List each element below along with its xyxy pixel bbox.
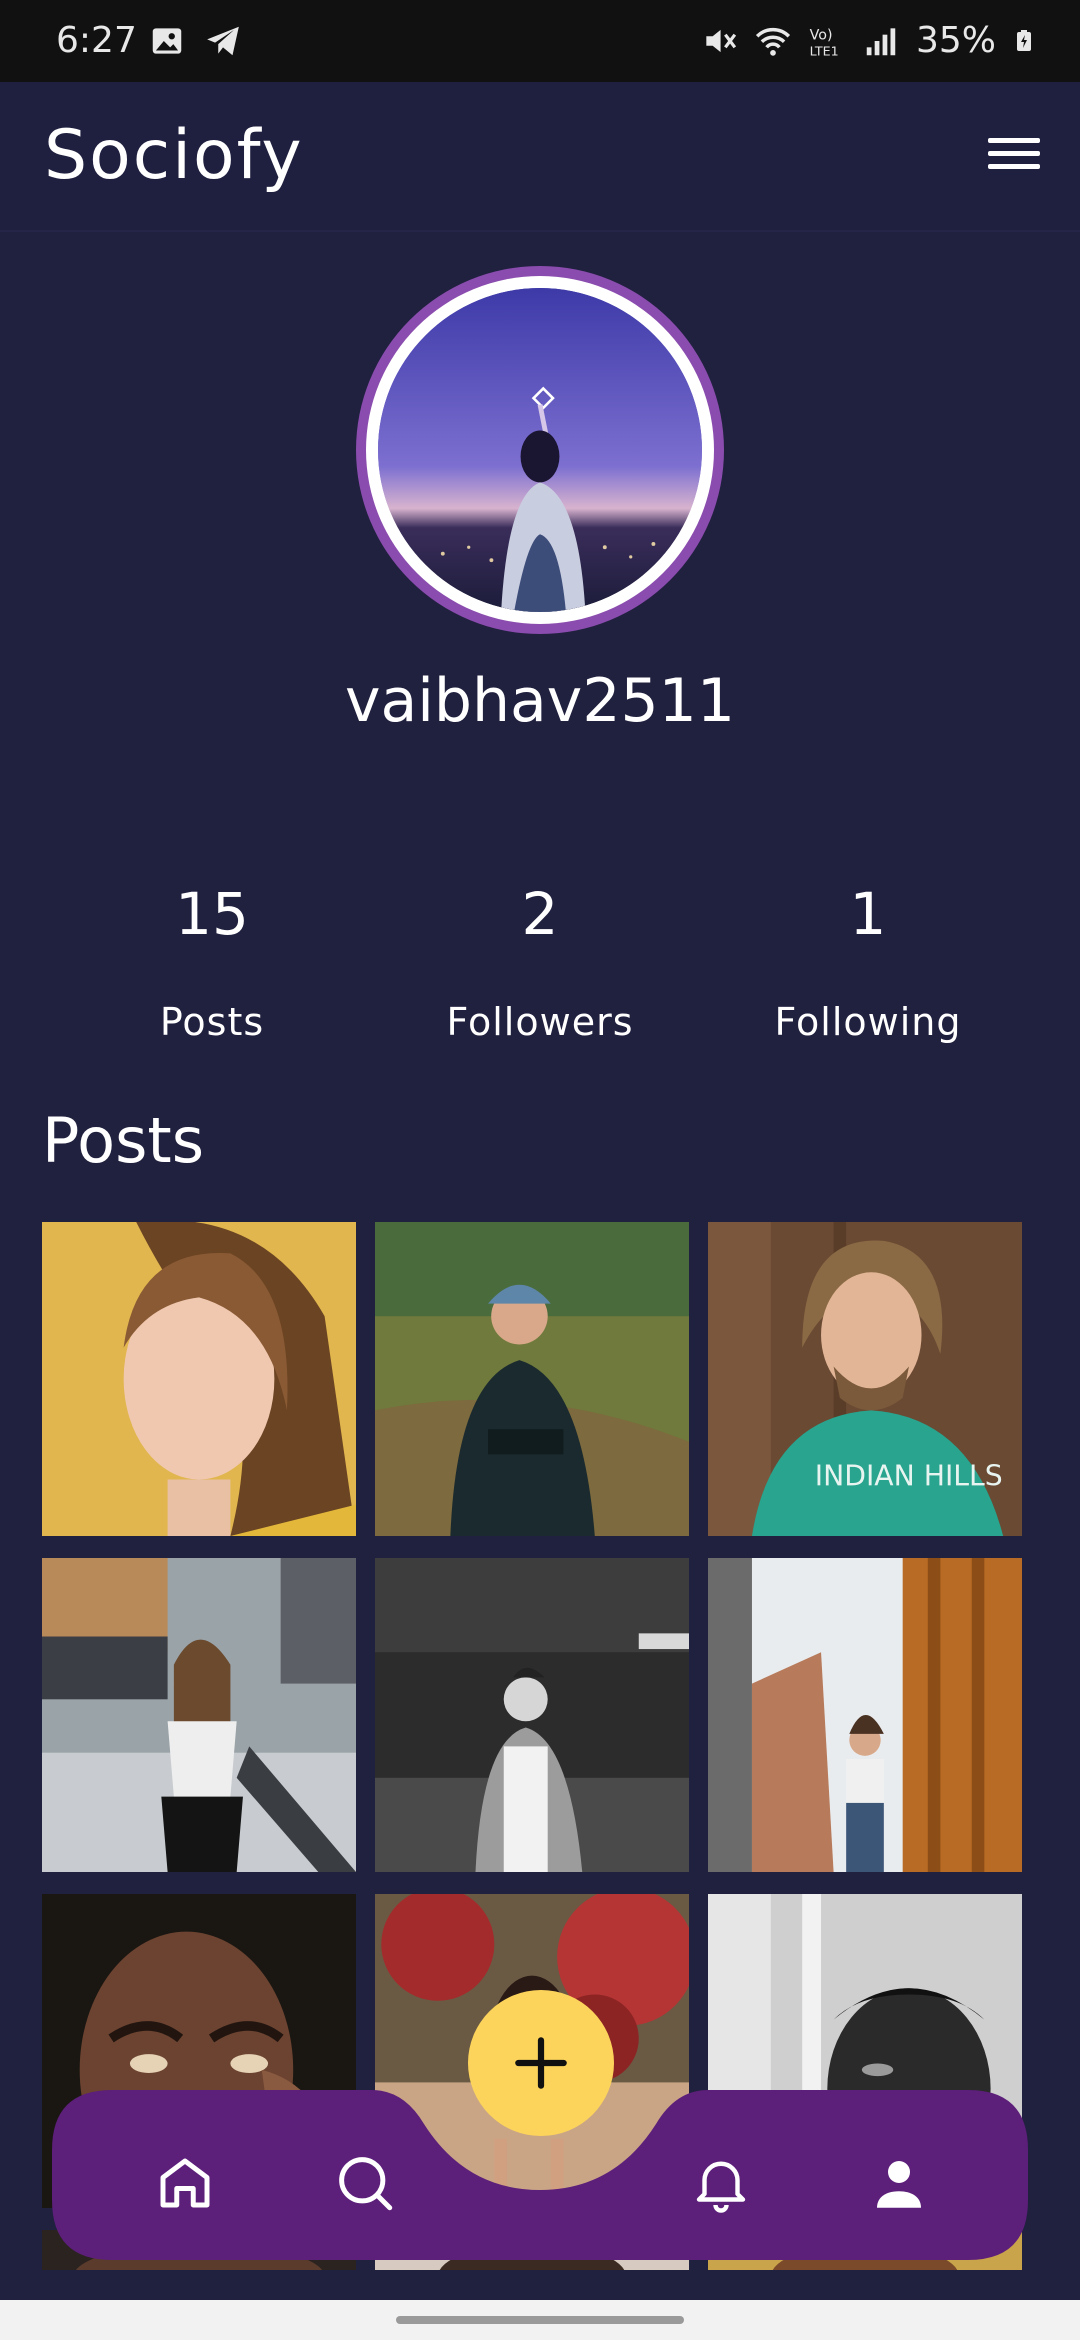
stat-value: 15 <box>175 880 249 948</box>
stat-label: Followers <box>446 1000 634 1044</box>
wifi-icon <box>755 27 791 56</box>
post-thumbnail[interactable]: INDIAN HILLS <box>708 1222 1022 1536</box>
battery-percentage: 35% <box>915 20 996 61</box>
battery-charging-icon <box>1017 29 1031 51</box>
hamburger-menu-icon[interactable] <box>984 130 1044 182</box>
status-time: 6:27 <box>56 20 137 61</box>
profile-username: vaibhav2511 <box>344 666 736 736</box>
post-thumbnail[interactable] <box>42 1222 356 1536</box>
stat-label: Following <box>774 1000 962 1044</box>
avatar-image <box>378 288 702 612</box>
add-post-button[interactable] <box>468 1990 614 2136</box>
post-thumbnail[interactable] <box>375 1222 689 1536</box>
search-icon[interactable] <box>332 2150 398 2216</box>
add-icon <box>515 2037 567 2089</box>
bell-icon[interactable] <box>688 2150 754 2216</box>
post-thumbnail[interactable] <box>708 1558 1022 1872</box>
home-icon[interactable] <box>152 2150 218 2216</box>
app-logo[interactable]: Sociofy <box>44 116 304 195</box>
posts-heading: Posts <box>42 1104 205 1177</box>
post-thumbnail[interactable] <box>42 1558 356 1872</box>
status-bar: 6:27 Vo) LTE1 35% <box>0 0 1080 82</box>
mute-icon <box>706 29 737 52</box>
svg-text:LTE1: LTE1 <box>810 43 839 58</box>
profile-stats: 15 Posts 2 Followers 1 Following <box>0 880 1080 1060</box>
signal-icon <box>866 27 896 55</box>
volte-icon: Vo)LTE1 <box>810 27 839 58</box>
image-icon <box>152 28 182 54</box>
gesture-navigation-bar <box>0 2300 1080 2340</box>
stat-label: Posts <box>159 1000 265 1044</box>
stat-followers[interactable]: 2 Followers <box>390 880 690 1044</box>
svg-text:INDIAN HILLS: INDIAN HILLS <box>815 1460 1003 1493</box>
home-gesture-handle[interactable] <box>396 2316 684 2324</box>
telegram-icon <box>207 26 239 56</box>
stat-following[interactable]: 1 Following <box>718 880 1018 1044</box>
profile-avatar[interactable] <box>356 266 724 634</box>
svg-text:Vo): Vo) <box>810 27 833 43</box>
stat-posts[interactable]: 15 Posts <box>62 880 362 1044</box>
stat-value: 2 <box>521 880 559 948</box>
profile-icon[interactable] <box>866 2150 932 2216</box>
app-header: Sociofy <box>0 82 1080 232</box>
post-thumbnail[interactable] <box>375 1558 689 1872</box>
stat-value: 1 <box>849 880 887 948</box>
